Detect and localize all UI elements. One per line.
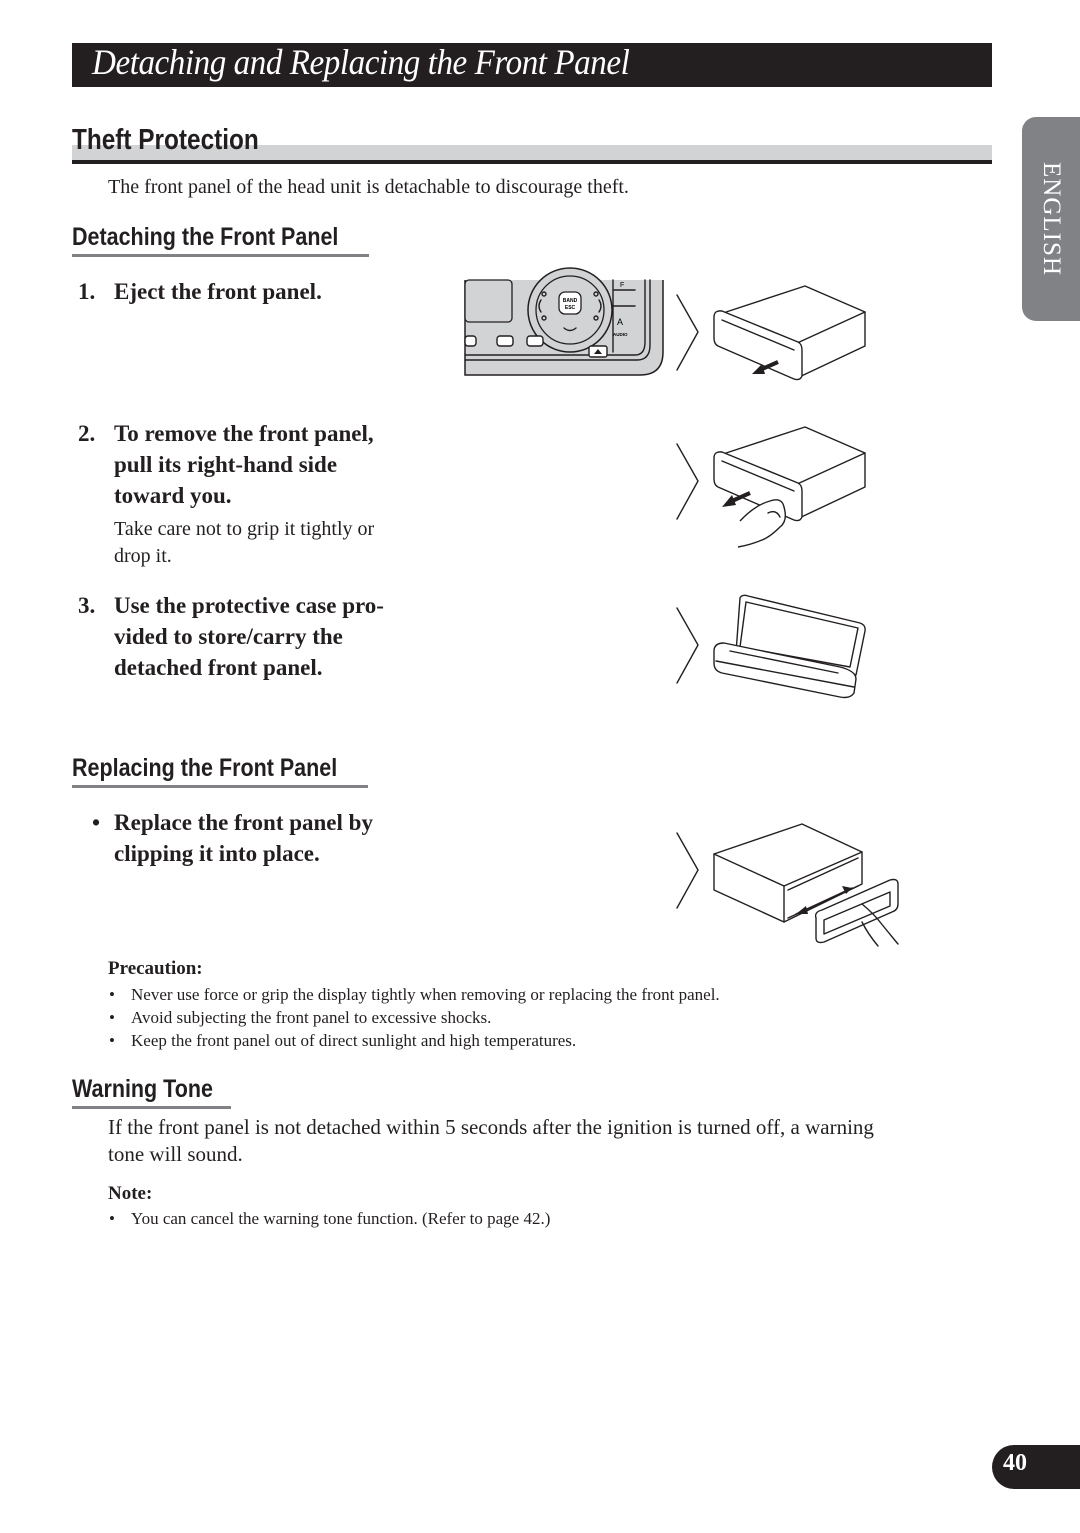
replacing-text: Replace the front panel by clipping it i… <box>114 807 373 869</box>
step-2-note: Take care not to grip it tightly or drop… <box>114 516 374 570</box>
preset-button <box>526 335 544 347</box>
subheading-warning-tone-rule <box>72 1106 231 1109</box>
next-arrow-icon <box>676 294 699 371</box>
step-3-text: Use the protective case pro- vided to st… <box>114 590 384 683</box>
language-tab-label: ENGLISH <box>1038 162 1065 276</box>
display-window <box>464 279 513 323</box>
step-3-line: detached front panel. <box>114 655 323 680</box>
precaution-item: Keep the front panel out of direct sunli… <box>109 1029 720 1052</box>
section-heading-rule <box>72 160 992 164</box>
step-2-line: toward you. <box>114 483 232 508</box>
a-label: A <box>617 317 623 327</box>
replacing-line: clipping it into place. <box>114 841 320 866</box>
precaution-item: Avoid subjecting the front panel to exce… <box>109 1006 720 1029</box>
subheading-replacing-rule <box>72 785 368 788</box>
preset-button <box>464 335 477 347</box>
pull-panel-illustration <box>713 426 866 548</box>
language-tab-label-wrap: ENGLISH <box>1022 117 1080 321</box>
warning-tone-body: If the front panel is not detached withi… <box>108 1114 874 1168</box>
preset-button <box>496 335 514 347</box>
warning-tone-line: If the front panel is not detached withi… <box>108 1115 874 1139</box>
next-arrow-icon <box>676 832 699 909</box>
subheading-replacing: Replacing the Front Panel <box>72 754 338 782</box>
page-title: Detaching and Replacing the Front Panel <box>92 42 630 82</box>
step-3-line: vided to store/carry the <box>114 624 343 649</box>
step-1-number: 1. <box>78 279 96 304</box>
next-arrow-icon <box>676 607 699 684</box>
step-2-note-line: Take care not to grip it tightly or <box>114 518 375 540</box>
hand-icon <box>737 499 787 548</box>
step-2-note-line: drop it. <box>114 545 172 567</box>
step-3-number: 3. <box>78 593 96 618</box>
step-2-line: pull its right-hand side <box>114 452 338 477</box>
subheading-detaching-rule <box>72 254 369 257</box>
note-list: You can cancel the warning tone function… <box>109 1207 550 1230</box>
audio-label: AUDIO <box>613 332 628 337</box>
ejected-panel-illustration <box>713 285 866 381</box>
band-label: BAND <box>563 298 578 304</box>
note-heading: Note: <box>108 1183 153 1204</box>
theft-protection-intro: The front panel of the head unit is deta… <box>108 176 629 198</box>
head-unit-faceplate-illustration: BAND ESC F A AUDIO <box>464 267 664 376</box>
subheading-detaching: Detaching the Front Panel <box>72 223 339 251</box>
step-2-number: 2. <box>78 421 96 446</box>
step-1-line: Eject the front panel. <box>114 279 322 304</box>
page-number: 40 <box>1003 1450 1027 1476</box>
protective-case-illustration <box>713 594 866 699</box>
step-3-line: Use the protective case pro- <box>114 593 384 618</box>
precaution-list: Never use force or grip the display tigh… <box>109 983 720 1052</box>
subheading-warning-tone: Warning Tone <box>72 1075 213 1103</box>
step-2-line: To remove the front panel, <box>114 421 374 446</box>
replacing-bullet: • <box>92 810 101 835</box>
section-heading-theft-protection: Theft Protection <box>72 124 259 156</box>
warning-tone-line: tone will sound. <box>108 1142 243 1166</box>
replace-panel-illustration <box>713 823 899 947</box>
precaution-heading: Precaution: <box>108 958 203 979</box>
replacing-line: Replace the front panel by <box>114 810 373 835</box>
precaution-item: Never use force or grip the display tigh… <box>109 983 720 1006</box>
note-item: You can cancel the warning tone function… <box>109 1207 550 1230</box>
step-2-text: To remove the front panel, pull its righ… <box>114 418 374 511</box>
next-arrow-icon <box>676 443 699 520</box>
f-label: F <box>620 282 624 289</box>
esc-label: ESC <box>565 305 576 311</box>
step-1-text: Eject the front panel. <box>114 276 322 307</box>
